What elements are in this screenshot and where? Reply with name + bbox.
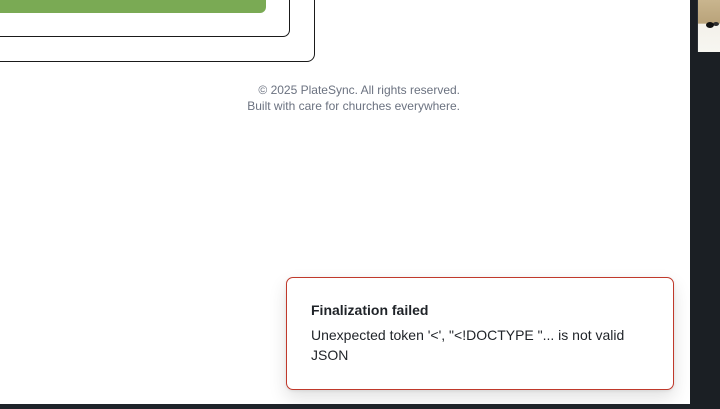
browser-viewport: © 2025 PlateSync. All rights reserved. B… bbox=[0, 0, 690, 404]
error-toast[interactable]: Finalization failed Unexpected token '<'… bbox=[286, 277, 674, 390]
page-footer: © 2025 PlateSync. All rights reserved. B… bbox=[220, 82, 460, 114]
desktop-edge bbox=[690, 0, 720, 409]
footer-tagline: Built with care for churches everywhere. bbox=[247, 99, 460, 113]
toast-title: Finalization failed bbox=[311, 302, 429, 318]
toast-message: Unexpected token '<', "<!DOCTYPE "... is… bbox=[311, 327, 625, 363]
footer-copyright: © 2025 PlateSync. All rights reserved. bbox=[258, 83, 460, 97]
green-action-button[interactable] bbox=[0, 0, 266, 13]
desktop-wallpaper-thumbnail bbox=[697, 0, 720, 52]
